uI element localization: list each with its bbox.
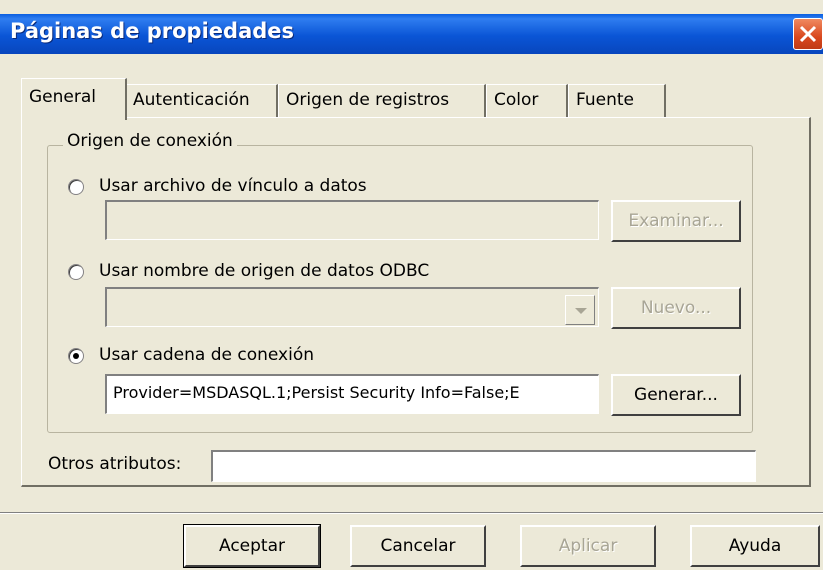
tab-fuente[interactable]: Fuente <box>568 84 666 118</box>
tab-label: Fuente <box>576 90 634 110</box>
odbc-dsn-select[interactable] <box>105 287 599 327</box>
ok-button[interactable]: Aceptar <box>183 524 321 568</box>
tab-origen-registros[interactable]: Origen de registros <box>278 84 486 118</box>
browse-button[interactable]: Examinar... <box>611 200 741 242</box>
group-title: Origen de conexión <box>63 131 237 151</box>
help-button[interactable]: Ayuda <box>690 525 820 567</box>
radio-connection-string-label[interactable]: Usar cadena de conexión <box>99 345 314 365</box>
tab-autenticacion[interactable]: Autenticación <box>125 84 278 118</box>
radio-odbc-label[interactable]: Usar nombre de origen de datos ODBC <box>99 261 429 281</box>
chevron-down-icon <box>575 308 587 314</box>
footer-separator <box>0 512 823 514</box>
tab-label: Color <box>494 90 539 110</box>
close-icon <box>799 25 817 43</box>
radio-connection-string[interactable] <box>68 348 84 364</box>
apply-button[interactable]: Aplicar <box>520 525 656 567</box>
radio-odbc[interactable] <box>68 264 84 280</box>
new-dsn-button[interactable]: Nuevo... <box>611 287 741 329</box>
link-file-input[interactable] <box>105 200 599 240</box>
cancel-button[interactable]: Cancelar <box>350 525 486 567</box>
close-button[interactable] <box>793 18 823 50</box>
other-attributes-label: Otros atributos: <box>48 454 182 474</box>
tab-general[interactable]: General <box>21 78 127 120</box>
radio-link-file-label[interactable]: Usar archivo de vínculo a datos <box>99 176 367 196</box>
connection-string-value: Provider=MSDASQL.1;Persist Security Info… <box>113 383 520 402</box>
other-attributes-input[interactable] <box>211 450 756 482</box>
odbc-dropdown-button[interactable] <box>565 295 595 325</box>
tab-color[interactable]: Color <box>486 84 568 118</box>
tab-label: General <box>29 87 96 107</box>
radio-link-file[interactable] <box>68 179 84 195</box>
window-title: Páginas de propiedades <box>10 19 295 43</box>
radio-selected-dot <box>73 353 79 359</box>
tab-label: Autenticación <box>133 90 250 110</box>
title-bar: Páginas de propiedades <box>0 14 823 54</box>
build-button[interactable]: Generar... <box>611 374 741 416</box>
tab-label: Origen de registros <box>286 90 450 110</box>
connection-string-input[interactable]: Provider=MSDASQL.1;Persist Security Info… <box>105 374 599 414</box>
